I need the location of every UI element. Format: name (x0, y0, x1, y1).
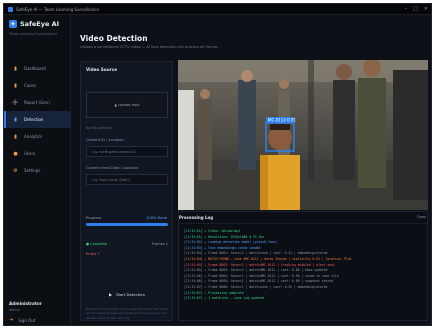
sidebar-item-label: Settings (24, 168, 41, 173)
sidebar-item-label: Cases (24, 83, 36, 88)
close-button[interactable]: ✕ (424, 6, 428, 12)
sign-out-button[interactable]: ⇥ Sign Out (9, 317, 35, 323)
processing-log-panel: Processing Log Clear [12:31:01] ▸ Video:… (178, 211, 428, 321)
file-hint: No file selected (86, 126, 112, 130)
page-title: Video Detection (80, 34, 148, 43)
sidebar-item-analytics[interactable]: ▮ Analytics (4, 128, 71, 145)
sidebar-item-detection[interactable]: ▮ Detection (4, 111, 71, 128)
window-title: SafeEye AI — Team Learning Surveillance (16, 6, 99, 12)
play-icon: ▶ (108, 291, 113, 297)
log-line: [12:31:07] ▸ 1 match(es) — case log upda… (184, 296, 265, 301)
users-icon: ● (13, 150, 18, 157)
sidebar-item-settings[interactable]: ⚙ Settings (4, 162, 71, 179)
user-info: Administrator admin (9, 301, 42, 312)
info-note: Detection runs locally on the selected v… (86, 307, 168, 320)
status-errors: Errors 7 (86, 252, 100, 256)
detection-icon: ▮ (14, 116, 17, 123)
sidebar-item-label: Detection (24, 117, 44, 122)
log-header: Processing Log Clear (179, 212, 427, 224)
shield-logo-icon: ◈ (9, 20, 17, 28)
video-frame: MC-0112 0.91 (178, 60, 428, 210)
sign-out-icon: ⇥ (9, 317, 14, 323)
cases-icon: ▮ (14, 82, 17, 89)
location-input[interactable] (86, 146, 168, 157)
progress-bar (86, 223, 168, 226)
maximize-button[interactable]: □ (413, 6, 418, 12)
status-row: ● Complete Frames 1 (86, 242, 168, 246)
sidebar-item-label: Report (Gen) (24, 100, 50, 105)
sidebar-item-label: Analytics (24, 134, 43, 139)
report-icon: ➕ (12, 99, 19, 106)
app-icon (8, 6, 13, 12)
minimize-button[interactable]: – (405, 6, 408, 12)
progress-percent: 100% Done (146, 216, 167, 220)
progress-label: Progress (86, 216, 102, 220)
title-bar: SafeEye AI — Team Learning Surveillance … (4, 4, 431, 15)
analytics-icon: ▮ (14, 133, 17, 140)
sidebar-item-users[interactable]: ● Users (4, 145, 71, 162)
main-content: Video Detection Upload a surveillance CC… (71, 15, 431, 325)
clear-log-button[interactable]: Clear (417, 215, 426, 219)
status-complete: ● Complete (86, 242, 108, 246)
start-detection-label: Start Detection (116, 291, 145, 297)
panel-heading: Video Source (86, 67, 118, 72)
user-name: admin (9, 308, 20, 312)
sidebar-item-dashboard[interactable]: ▮ Dashboard (4, 60, 71, 77)
app-window: SafeEye AI — Team Learning Surveillance … (3, 3, 432, 326)
location-label: Camera ID / Location (86, 138, 124, 142)
sidebar-item-report[interactable]: ➕ Report (Gen) (4, 94, 71, 111)
brand-name: SafeEye AI (20, 20, 60, 28)
sign-out-label: Sign Out (18, 317, 36, 323)
feed-label: Camera Feed Date / Location (86, 166, 139, 170)
log-title: Processing Log (179, 215, 214, 220)
start-detection-button[interactable]: ▶ Start Detection (86, 288, 168, 300)
sidebar-nav: ▮ Dashboard ▮ Cases ➕ Report (Gen) ▮ Det… (4, 60, 71, 179)
brand: ◈ SafeEye AI (9, 20, 59, 28)
settings-icon: ⚙ (13, 167, 18, 174)
video-source-panel: Video Source ▲ upload.mp4 No file select… (80, 61, 173, 321)
progress-fill (86, 223, 168, 226)
detection-label: MC-0112 0.91 (268, 118, 297, 123)
feed-input[interactable] (86, 174, 168, 185)
status-frames: Frames 1 (151, 242, 168, 246)
dashboard-icon: ▮ (14, 65, 17, 72)
sidebar: ◈ SafeEye AI Team Learning Surveillance … (4, 15, 71, 325)
upload-dropzone[interactable]: ▲ upload.mp4 (86, 92, 168, 118)
sidebar-item-label: Users (24, 151, 36, 156)
video-preview[interactable]: MC-0112 0.91 (178, 60, 428, 210)
sidebar-item-cases[interactable]: ▮ Cases (4, 77, 71, 94)
brand-subtitle: Team Learning Surveillance (9, 32, 58, 36)
window-controls: – □ ✕ (405, 6, 428, 12)
user-role: Administrator (9, 301, 42, 306)
sidebar-item-label: Dashboard (24, 66, 46, 71)
log-output: [12:31:01] ▸ Video: upload.mp4 [12:31:01]… (184, 229, 424, 302)
page-subtitle: Upload a surveillance CCTV video — AI fa… (80, 45, 218, 49)
